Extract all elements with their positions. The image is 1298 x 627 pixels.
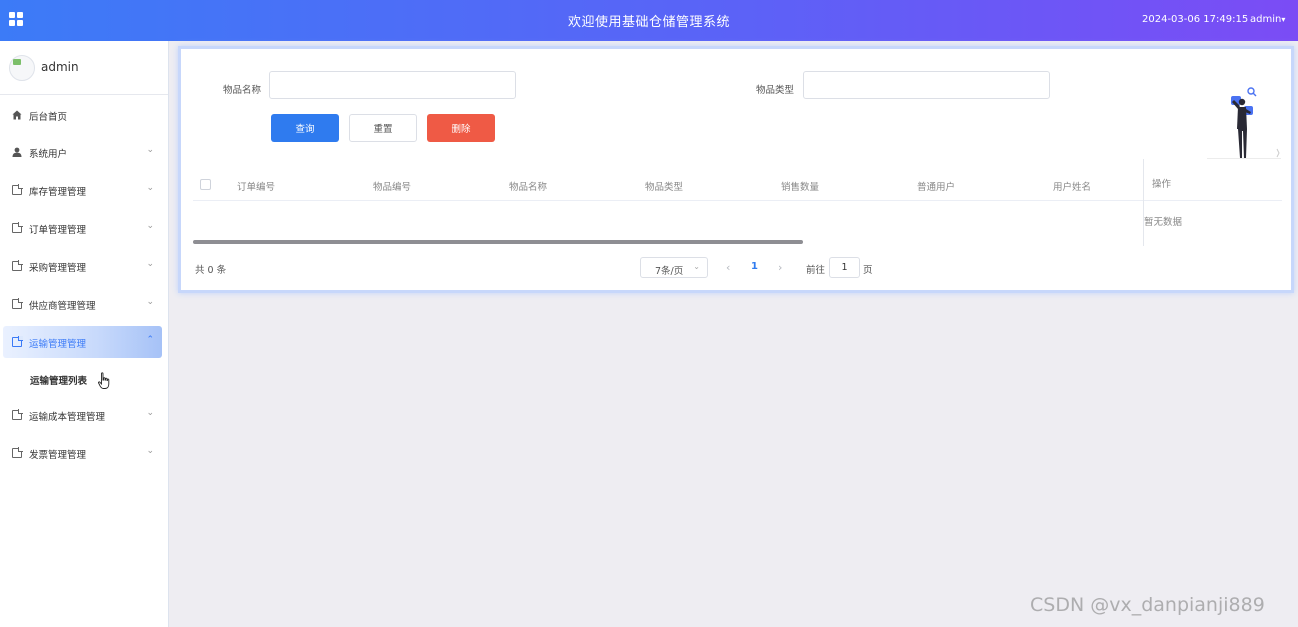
item-type-input[interactable] bbox=[803, 71, 1050, 99]
goto-prefix-label: 前往 bbox=[806, 265, 826, 276]
table-empty-text: 暂无数据 bbox=[1144, 217, 1183, 228]
document-icon bbox=[12, 409, 23, 420]
chevron-down-icon: ⌄ bbox=[146, 259, 154, 269]
document-icon bbox=[12, 447, 23, 458]
user-menu-dropdown[interactable]: admin▾ bbox=[1250, 14, 1285, 25]
next-page-button[interactable]: › bbox=[778, 261, 782, 274]
column-header-actions: 操作 bbox=[1152, 179, 1172, 190]
item-name-label: 物品名称 bbox=[223, 85, 262, 96]
sidebar-item-label: 订单管理管理 bbox=[29, 225, 87, 236]
delete-button[interactable]: 删除 bbox=[427, 114, 495, 142]
table-header: 订单编号 物品编号 物品名称 物品类型 销售数量 普通用户 用户姓名 bbox=[193, 167, 1281, 201]
avatar bbox=[9, 55, 35, 81]
column-header-item-type[interactable]: 物品类型 bbox=[645, 179, 683, 193]
item-type-label: 物品类型 bbox=[756, 85, 795, 96]
sidebar-item-label: 发票管理管理 bbox=[29, 450, 87, 461]
document-icon bbox=[12, 298, 23, 309]
chevron-down-icon: ⌄ bbox=[146, 408, 154, 418]
sidebar-item-label: 运输管理管理 bbox=[29, 339, 87, 350]
pagination-total: 共 0 条 bbox=[195, 265, 227, 276]
sidebar-item-label: 运输成本管理管理 bbox=[29, 412, 106, 423]
sidebar-item-label: 供应商管理管理 bbox=[29, 301, 96, 312]
sidebar-item-invoices[interactable]: 发票管理管理 ⌄ bbox=[3, 437, 162, 469]
header-datetime: 2024-03-06 17:49:15 bbox=[1142, 14, 1249, 25]
chevron-down-icon: ⌄ bbox=[146, 297, 154, 307]
app-title: 欢迎使用基础仓储管理系统 bbox=[567, 15, 730, 30]
top-header: 欢迎使用基础仓储管理系统 2024-03-06 17:49:15 admin▾ bbox=[0, 0, 1298, 41]
sidebar: admin 后台首页 系统用户 ⌄ 库存管理管理 ⌄ 订单管理管理 ⌄ 采购管理… bbox=[0, 41, 169, 627]
column-header-order-no[interactable]: 订单编号 bbox=[237, 179, 275, 193]
scrollbar-thumb[interactable] bbox=[193, 240, 803, 244]
chevron-down-icon: ⌄ bbox=[146, 446, 154, 456]
column-header-item-no[interactable]: 物品编号 bbox=[373, 179, 411, 193]
document-icon bbox=[12, 260, 23, 271]
sidebar-item-label: 系统用户 bbox=[29, 149, 68, 160]
watermark-text: CSDN @vx_danpianji889 bbox=[1030, 594, 1265, 616]
goto-page-input[interactable] bbox=[829, 257, 860, 278]
user-icon bbox=[12, 147, 22, 157]
sidebar-item-orders[interactable]: 订单管理管理 ⌄ bbox=[3, 212, 162, 244]
column-header-sales-qty[interactable]: 销售数量 bbox=[781, 179, 819, 193]
sidebar-item-label: 后台首页 bbox=[29, 112, 68, 123]
document-icon bbox=[12, 336, 23, 347]
sidebar-item-label: 采购管理管理 bbox=[29, 263, 87, 274]
goto-suffix-label: 页 bbox=[863, 265, 873, 276]
column-header-regular-user[interactable]: 普通用户 bbox=[917, 179, 955, 193]
query-button[interactable]: 查询 bbox=[271, 114, 339, 142]
divider bbox=[1144, 200, 1282, 201]
actions-column: 操作 暂无数据 bbox=[1143, 159, 1282, 246]
user-menu-name: admin bbox=[1250, 14, 1282, 25]
sidebar-item-suppliers[interactable]: 供应商管理管理 ⌄ bbox=[3, 288, 162, 320]
sidebar-item-system-users[interactable]: 系统用户 ⌄ bbox=[3, 136, 162, 168]
page-number-current[interactable]: 1 bbox=[751, 261, 758, 272]
sidebar-item-home[interactable]: 后台首页 bbox=[3, 99, 162, 131]
sidebar-item-label: 库存管理管理 bbox=[29, 187, 87, 198]
main-panel: 物品名称 物品类型 查询 重置 删除 订单编号 物品编号 物品名称 物品类型 销… bbox=[178, 46, 1294, 293]
chevron-down-icon: ⌄ bbox=[693, 262, 700, 271]
caret-down-icon: ▾ bbox=[1281, 15, 1286, 24]
chevron-up-icon: ⌃ bbox=[146, 335, 154, 345]
column-header-user-name[interactable]: 用户姓名 bbox=[1053, 179, 1091, 193]
submenu-item-transport-list[interactable]: 运输管理列表 bbox=[30, 373, 87, 387]
horizontal-scrollbar[interactable] bbox=[193, 240, 1143, 244]
sidebar-item-transport[interactable]: 运输管理管理 ⌃ bbox=[3, 326, 162, 358]
column-header-item-name[interactable]: 物品名称 bbox=[509, 179, 547, 193]
sidebar-item-inventory[interactable]: 库存管理管理 ⌄ bbox=[3, 174, 162, 206]
profile-username: admin bbox=[41, 60, 79, 74]
sidebar-item-transport-cost[interactable]: 运输成本管理管理 ⌄ bbox=[3, 399, 162, 431]
sidebar-profile: admin bbox=[0, 41, 168, 95]
select-all-checkbox[interactable] bbox=[200, 179, 211, 190]
chevron-down-icon: ⌄ bbox=[146, 145, 154, 155]
page-size-value: 7条/页 bbox=[655, 266, 684, 277]
document-icon bbox=[12, 222, 23, 233]
page-size-select[interactable]: 7条/页 ⌄ bbox=[640, 257, 708, 278]
document-icon bbox=[12, 184, 23, 195]
chevron-down-icon: ⌄ bbox=[146, 183, 154, 193]
reset-button[interactable]: 重置 bbox=[349, 114, 417, 142]
prev-page-button[interactable]: ‹ bbox=[726, 261, 730, 274]
sidebar-item-purchasing[interactable]: 采购管理管理 ⌄ bbox=[3, 250, 162, 282]
search-person-illustration bbox=[1207, 87, 1281, 160]
chevron-down-icon: ⌄ bbox=[146, 221, 154, 231]
home-icon bbox=[12, 110, 22, 120]
item-name-input[interactable] bbox=[269, 71, 516, 99]
hand-pointer-icon bbox=[98, 372, 110, 389]
